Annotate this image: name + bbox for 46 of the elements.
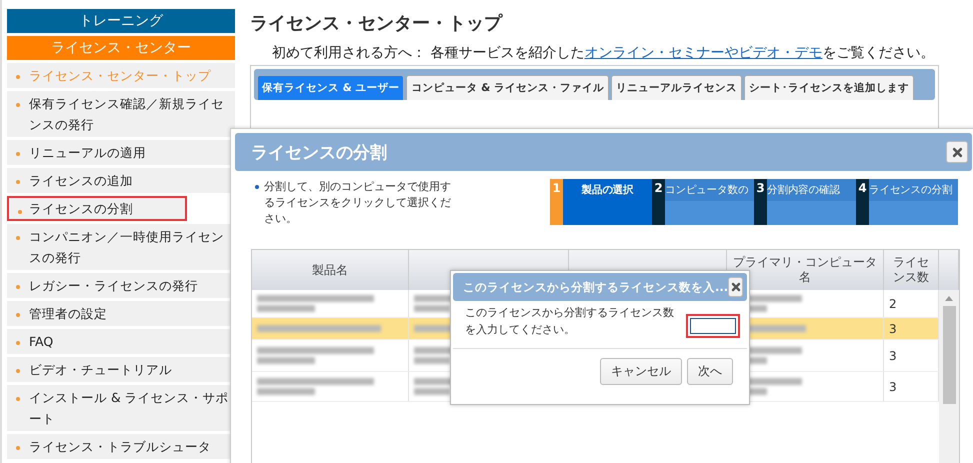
blurred-text [257, 388, 316, 395]
column-header[interactable]: 製品名 [252, 250, 409, 290]
prompt-message: このライセンスから分割するライセンス数を入力してください。 [465, 305, 675, 338]
page-title: ライセンス・センター・トップ [250, 12, 504, 35]
column-header[interactable]: ライセンス数 [884, 250, 939, 290]
tab[interactable]: シート･ライセンスを追加します [744, 75, 914, 100]
table-row-highlight[interactable] [252, 318, 409, 340]
count-input[interactable] [690, 318, 736, 334]
tab[interactable]: コンピュータ & ライセンス・ファイル [406, 75, 609, 100]
tab[interactable]: リニューアルライセンス [610, 75, 742, 100]
sidebar-item[interactable]: ライセンスの分割 [7, 196, 187, 221]
seminar-link[interactable]: オンライン・セミナーやビデオ・デモ [584, 45, 822, 61]
table-cell: 3 [884, 372, 939, 402]
close-icon [730, 282, 741, 292]
tab[interactable]: 保有ライセンス & ユーザー [257, 75, 404, 100]
scroll-up-icon[interactable] [945, 296, 953, 301]
step-number: 3 [754, 179, 767, 225]
close-button[interactable] [946, 141, 968, 163]
table-row-highlight[interactable] [252, 340, 409, 372]
blurred-text [257, 357, 316, 364]
sidebar-item[interactable]: 保有ライセンス確認／新規ライセンスの発行 [7, 91, 235, 137]
intro-text: 初めて利用される方へ： 各種サービスを紹介したオンライン・セミナーやビデオ・デモをご覧ください。 [272, 44, 936, 62]
step-label: 分割内容の確認 [767, 179, 856, 225]
step-label: ライセンスの分割 [869, 179, 958, 225]
close-button[interactable] [728, 277, 743, 297]
table-cell: 2 [884, 290, 939, 318]
dialog-button[interactable]: キャンセル [600, 358, 682, 385]
close-icon [952, 146, 962, 158]
step-number: 4 [856, 179, 869, 225]
sidebar-header[interactable]: トレーニング [7, 9, 235, 33]
blurred-text [257, 305, 316, 312]
step-label: 製品の選択 [563, 179, 652, 225]
table-row-highlight[interactable] [252, 290, 409, 318]
dialog-button[interactable]: 次へ [687, 358, 733, 385]
scrollbar[interactable] [939, 290, 959, 463]
table-row-highlight[interactable] [252, 372, 409, 402]
step-number: 1 [550, 179, 563, 225]
step-number: 2 [652, 179, 665, 225]
step-label: コンピュータ数の [665, 179, 754, 225]
column-header[interactable]: プライマリ・コンピュータ名 [727, 250, 884, 290]
prompt-title: このライセンスから分割するライセンス数を入... [463, 280, 728, 294]
scroll-thumb[interactable] [942, 306, 956, 404]
table-cell: 3 [884, 340, 939, 372]
dialog-title: ライセンスの分割 [251, 142, 387, 164]
table-cell: 3 [884, 318, 939, 340]
instruction-text: 分割して、別のコンピュータで使用するライセンスをクリックして選択ください。 [255, 179, 454, 227]
